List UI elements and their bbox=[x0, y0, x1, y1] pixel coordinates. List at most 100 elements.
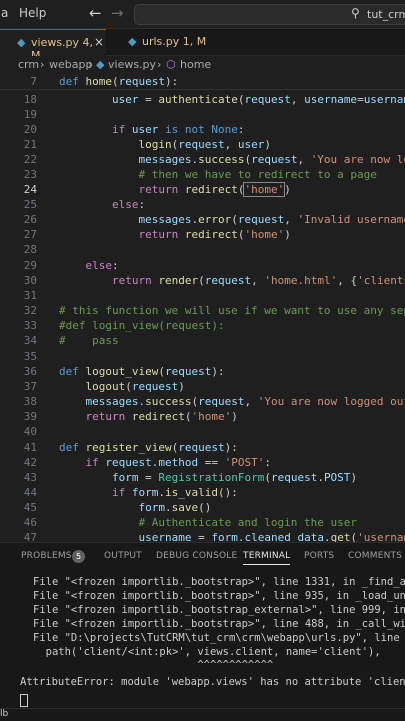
line-number: 18 bbox=[23, 93, 37, 106]
command-center-search[interactable]: ⚲ tut_crm bbox=[134, 4, 405, 25]
breadcrumb: crm › webapp › ◆ views.py › ⬡ home bbox=[0, 56, 405, 74]
terminal-line: File "<frozen importlib._bootstrap>", li… bbox=[33, 618, 405, 630]
terminal-cursor bbox=[20, 694, 28, 707]
line-number: 40 bbox=[23, 425, 37, 438]
line-number: 21 bbox=[23, 138, 37, 151]
breadcrumb-webapp[interactable]: webapp bbox=[49, 58, 92, 71]
code-line: def logout_view(request): bbox=[59, 365, 225, 378]
back-arrow-icon[interactable]: ← bbox=[89, 4, 102, 22]
status-bar: lb bbox=[0, 708, 405, 721]
code-line: def home(request): bbox=[59, 75, 179, 88]
tab-label: urls.py 1, M bbox=[142, 35, 207, 48]
code-line: return render(request, 'home.html', {'cl… bbox=[111, 274, 405, 287]
terminal-line: File "<frozen importlib._bootstrap>", li… bbox=[33, 576, 405, 588]
menu-help[interactable]: Help bbox=[19, 6, 46, 20]
line-number: 30 bbox=[23, 274, 37, 287]
code-line: else: bbox=[85, 259, 119, 272]
line-number: 35 bbox=[23, 350, 37, 363]
code-line: form.save() bbox=[138, 501, 212, 514]
line-number: 20 bbox=[23, 123, 37, 136]
menu-item-partial[interactable]: a bbox=[1, 6, 8, 20]
close-icon[interactable]: × bbox=[94, 35, 104, 49]
search-icon: ⚲ bbox=[351, 6, 360, 20]
status-text: lb bbox=[0, 709, 9, 719]
code-line: #def login_view(request): bbox=[59, 319, 225, 332]
line-number: 25 bbox=[23, 198, 37, 211]
line-number: 34 bbox=[23, 334, 37, 347]
line-number: 27 bbox=[23, 228, 37, 241]
breadcrumb-crm[interactable]: crm bbox=[18, 58, 39, 71]
tab-debug-console[interactable]: DEBUG CONSOLE bbox=[156, 551, 237, 561]
python-file-icon: ◆ bbox=[128, 35, 137, 48]
code-line: # then we have to redirect to a page bbox=[59, 168, 377, 181]
search-text: tut_crm bbox=[367, 8, 405, 21]
terminal-line: File "D:\projects\TutCRM\tut_crm\crm\web… bbox=[33, 632, 405, 644]
line-number: 31 bbox=[23, 289, 37, 302]
line-number: 47 bbox=[23, 531, 37, 542]
line-number: 19 bbox=[23, 108, 37, 121]
python-file-icon: ◆ bbox=[17, 36, 26, 49]
line-number: 43 bbox=[23, 471, 37, 484]
line-number: 22 bbox=[23, 153, 37, 166]
tab-comments[interactable]: COMMENTS bbox=[348, 551, 402, 561]
line-number: 39 bbox=[23, 410, 37, 423]
tab-views-py[interactable]: ◆ views.py 4, M × bbox=[0, 29, 106, 62]
code-line: # this function we will use if we want t… bbox=[59, 304, 405, 317]
code-line: messages.success(request, 'You are now l… bbox=[138, 153, 405, 166]
line-number: 37 bbox=[23, 380, 37, 393]
line-number: 41 bbox=[23, 441, 37, 454]
line-number: 42 bbox=[23, 456, 37, 469]
tab-urls-py[interactable]: ◆ urls.py 1, M bbox=[110, 29, 220, 55]
breadcrumb-file[interactable]: views.py bbox=[108, 58, 156, 71]
terminal-line: path('client/<int:pk>', views.client, na… bbox=[33, 646, 381, 658]
terminal-line: File "<frozen importlib._bootstrap_exter… bbox=[33, 604, 405, 616]
tab-ports[interactable]: PORTS bbox=[304, 551, 334, 561]
line-number: 24 bbox=[23, 183, 37, 196]
line-number: 23 bbox=[23, 168, 37, 181]
line-number: 33 bbox=[23, 319, 37, 332]
terminal-error-line: AttributeError: module 'webapp.views' ha… bbox=[20, 676, 405, 688]
breadcrumb-symbol[interactable]: home bbox=[180, 58, 211, 71]
function-symbol-icon: ⬡ bbox=[166, 58, 176, 71]
code-line: logout(request) bbox=[85, 380, 185, 393]
code-line: form = RegistrationForm(request.POST) bbox=[111, 471, 358, 484]
line-number: 7 bbox=[30, 75, 37, 88]
line-number: 36 bbox=[23, 365, 37, 378]
bottom-panel: PROBLEMS 5 OUTPUT DEBUG CONSOLE TERMINAL… bbox=[0, 542, 405, 709]
code-line: messages.success(request, 'You are now l… bbox=[85, 395, 405, 408]
code-line: user = authenticate(request, username=us… bbox=[111, 93, 405, 106]
code-line: return redirect('home') bbox=[138, 228, 291, 241]
code-line: messages.error(request, 'Invalid usernam… bbox=[138, 213, 405, 226]
problems-count-badge: 5 bbox=[72, 550, 85, 563]
code-line: username = form.cleaned_data.get('userna… bbox=[138, 531, 405, 542]
editor-tabs: ◆ views.py 4, M × ◆ urls.py 1, M bbox=[0, 29, 405, 62]
code-line: def register_view(request): bbox=[59, 441, 238, 454]
line-number: 32 bbox=[23, 304, 37, 317]
code-line: if user is not None: bbox=[111, 123, 245, 136]
line-number: 46 bbox=[23, 516, 37, 529]
line-number: 38 bbox=[23, 395, 37, 408]
code-line: if request.method == 'POST': bbox=[85, 456, 271, 469]
code-editor[interactable]: 7 def home(request): 18 user = authentic… bbox=[0, 74, 405, 542]
code-line: else: bbox=[111, 198, 146, 211]
line-number: 28 bbox=[23, 243, 37, 256]
terminal-line: File "<frozen importlib._bootstrap>", li… bbox=[33, 590, 405, 602]
tab-problems[interactable]: PROBLEMS bbox=[21, 551, 72, 561]
title-bar: a Help ← → ⚲ tut_crm bbox=[0, 0, 405, 29]
forward-arrow-icon[interactable]: → bbox=[111, 4, 124, 22]
code-line: # Authenticate and login the user bbox=[59, 516, 358, 529]
code-line: return redirect('home') bbox=[85, 410, 238, 423]
code-line: login(request, user) bbox=[138, 138, 271, 151]
terminal-line: ^^^^^^^^^^^^ bbox=[33, 659, 274, 671]
code-line: if form.is_valid(): bbox=[111, 486, 238, 499]
line-number: 45 bbox=[23, 501, 37, 514]
code-line: return redirect('home') bbox=[138, 182, 291, 197]
code-line: # pass bbox=[59, 334, 119, 347]
line-number: 44 bbox=[23, 486, 37, 499]
tab-output[interactable]: OUTPUT bbox=[104, 551, 142, 561]
sticky-scroll-line[interactable]: 7 def home(request): bbox=[0, 74, 405, 90]
tab-terminal[interactable]: TERMINAL bbox=[243, 551, 291, 565]
python-file-icon: ◆ bbox=[96, 58, 105, 71]
line-number: 26 bbox=[23, 213, 37, 226]
line-number: 29 bbox=[23, 259, 37, 272]
